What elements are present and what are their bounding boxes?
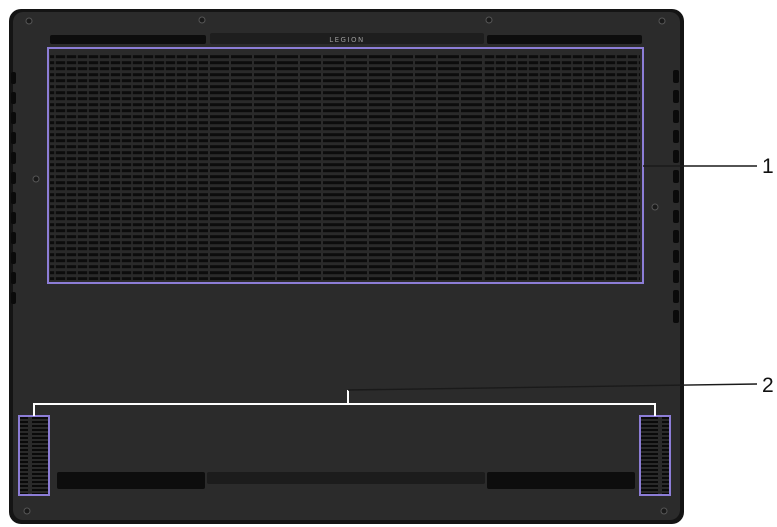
callout-number-1: 1 <box>762 155 774 178</box>
side-vent-slot <box>11 272 16 284</box>
screw-icon <box>651 203 659 211</box>
side-vent-slot <box>673 70 679 83</box>
side-vent-slot <box>673 250 679 263</box>
side-vent-slot <box>11 212 16 224</box>
side-vent-slot <box>11 92 16 104</box>
side-vent-slot <box>11 152 16 164</box>
main-vent-grille <box>47 47 644 284</box>
callout-number-2: 2 <box>762 374 774 397</box>
side-vent-slot <box>673 130 679 143</box>
side-vent-slot <box>11 292 16 304</box>
side-vent-slot <box>11 172 16 184</box>
screw-icon <box>658 17 666 25</box>
side-vent-slot <box>673 170 679 183</box>
side-vent-slot <box>673 110 679 123</box>
side-vent-slot <box>11 72 16 84</box>
laptop-bottom-diagram: LEGION 1 2 <box>9 9 774 524</box>
side-vent-slot <box>673 190 679 203</box>
side-vent-slot <box>11 252 16 264</box>
side-vent-slot <box>673 290 679 303</box>
side-vent-slot <box>11 232 16 244</box>
side-vent-slot <box>673 310 679 323</box>
side-vent-slot <box>673 90 679 103</box>
screw-icon <box>32 175 40 183</box>
screw-icon <box>198 16 206 24</box>
side-vent-slot <box>11 132 16 144</box>
side-vent-slot <box>11 192 16 204</box>
brand-logo-text: LEGION <box>329 36 365 44</box>
side-vent-slot <box>673 270 679 283</box>
side-vent-slot <box>673 210 679 223</box>
right-speaker-grille <box>639 415 671 496</box>
left-speaker-grille <box>18 415 50 496</box>
side-vent-slot <box>673 150 679 163</box>
screw-icon <box>485 16 493 24</box>
screw-icon <box>660 507 668 515</box>
side-vent-slot <box>673 230 679 243</box>
screw-icon <box>23 507 31 515</box>
side-vent-slot <box>11 112 16 124</box>
screw-icon <box>25 17 33 25</box>
